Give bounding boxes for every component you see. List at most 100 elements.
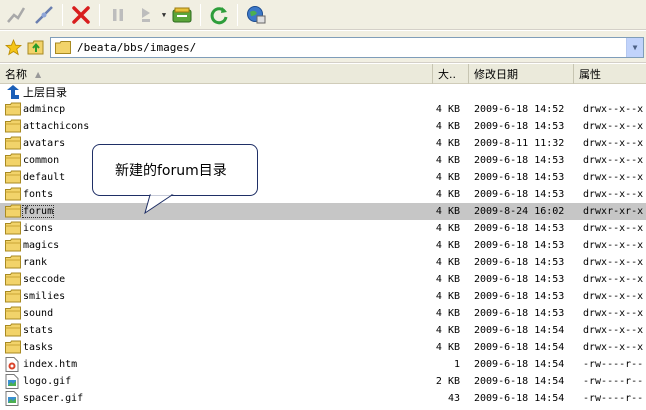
file-name: sound (23, 308, 54, 319)
chevron-down-icon[interactable]: ▼ (626, 38, 643, 57)
folder-icon (5, 136, 21, 151)
folder-row[interactable]: admincp 4 KB 2009-6-18 14:52 drwx--x--x (0, 101, 646, 118)
folder-icon (5, 119, 21, 134)
toolbar-separator (99, 3, 100, 26)
connect-icon[interactable] (30, 2, 58, 28)
disconnect-icon[interactable] (2, 2, 30, 28)
toolbar-separator (200, 3, 201, 26)
file-attributes: drwx--x--x (583, 155, 644, 166)
file-modified: 2009-6-18 14:53 (474, 274, 565, 285)
folder-icon (5, 306, 21, 321)
file-size: 4 KB (435, 121, 460, 132)
file-attributes: drwx--x--x (583, 138, 644, 149)
file-attributes: drwxr-xr-x (583, 206, 644, 217)
folder-icon (5, 340, 21, 355)
transfer-icon[interactable] (168, 2, 196, 28)
folder-icon (5, 238, 21, 253)
file-name: rank (23, 257, 48, 268)
file-name: magics (23, 240, 60, 251)
file-name: smilies (23, 291, 66, 302)
file-name: default (23, 172, 66, 183)
file-attributes: drwx--x--x (583, 189, 644, 200)
file-name: attachicons (23, 121, 90, 132)
file-size: 4 KB (435, 325, 460, 336)
file-attributes: drwx--x--x (583, 325, 644, 336)
folder-icon (55, 40, 73, 56)
chevron-down-icon[interactable]: ▼ (160, 2, 168, 28)
folder-icon (5, 102, 21, 117)
folder-icon (5, 204, 21, 219)
file-size: 4 KB (435, 172, 460, 183)
folder-icon (5, 272, 21, 287)
file-size: 4 KB (435, 155, 460, 166)
parent-dir-row[interactable]: 上层目录 (0, 84, 646, 101)
globe-icon[interactable] (242, 2, 270, 28)
file-attributes: drwx--x--x (583, 104, 644, 115)
file-modified: 2009-6-18 14:53 (474, 155, 565, 166)
folder-icon (5, 187, 21, 202)
file-modified: 2009-6-18 14:53 (474, 189, 565, 200)
folder-row[interactable]: forum 4 KB 2009-8-24 16:02 drwxr-xr-x (0, 203, 646, 220)
up-arrow-icon (5, 85, 21, 100)
file-row[interactable]: spacer.gif 43 2009-6-18 14:54 -rw----r-- (0, 390, 646, 407)
file-attributes: drwx--x--x (583, 172, 644, 183)
column-modified-label: 修改日期 (474, 68, 518, 81)
toolbar-separator (62, 3, 63, 26)
file-attributes: -rw----r-- (583, 393, 644, 404)
file-attributes: -rw----r-- (583, 376, 644, 387)
column-name-header[interactable]: 名称 ▲ (0, 64, 433, 84)
toolbar-separator (237, 3, 238, 26)
refresh-icon[interactable] (205, 2, 233, 28)
folder-row[interactable]: attachicons 4 KB 2009-6-18 14:53 drwx--x--x (0, 118, 646, 135)
folder-row[interactable]: seccode 4 KB 2009-6-18 14:53 drwx--x--x (0, 271, 646, 288)
file-attributes: drwx--x--x (583, 291, 644, 302)
folder-row[interactable]: stats 4 KB 2009-6-18 14:54 drwx--x--x (0, 322, 646, 339)
address-field[interactable]: /beata/bbs/images/ ▼ (50, 37, 644, 58)
file-attributes: drwx--x--x (583, 308, 644, 319)
pause-icon[interactable] (104, 2, 132, 28)
file-modified: 2009-6-18 14:53 (474, 257, 565, 268)
file-modified: 2009-6-18 14:53 (474, 291, 565, 302)
file-name: fonts (23, 189, 54, 200)
file-row[interactable]: logo.gif 2 KB 2009-6-18 14:54 -rw----r-- (0, 373, 646, 390)
file-attributes: drwx--x--x (583, 121, 644, 132)
folder-icon (5, 323, 21, 338)
folder-icon (5, 289, 21, 304)
file-size: 4 KB (435, 342, 460, 353)
file-modified: 2009-8-24 16:02 (474, 206, 565, 217)
file-modified: 2009-6-18 14:52 (474, 104, 565, 115)
file-attributes: drwx--x--x (583, 274, 644, 285)
star-icon[interactable] (4, 38, 22, 56)
file-size: 4 KB (435, 138, 460, 149)
play-icon[interactable] (132, 2, 160, 28)
file-size: 1 (453, 359, 460, 370)
folder-icon (5, 255, 21, 270)
column-size-header[interactable]: 大.. (433, 64, 469, 84)
up-folder-icon[interactable] (27, 38, 45, 56)
file-row[interactable]: index.htm 1 2009-6-18 14:54 -rw----r-- (0, 356, 646, 373)
column-name-label: 名称 (5, 68, 27, 81)
folder-row[interactable]: icons 4 KB 2009-6-18 14:53 drwx--x--x (0, 220, 646, 237)
file-attributes: -rw----r-- (583, 359, 644, 370)
file-size: 4 KB (435, 104, 460, 115)
file-name: seccode (23, 274, 66, 285)
file-name: common (23, 155, 60, 166)
toolbar: ▼ (0, 0, 646, 30)
callout-text: 新建的forum目录 (115, 163, 227, 179)
file-modified: 2009-6-18 14:53 (474, 308, 565, 319)
file-modified: 2009-6-18 14:53 (474, 240, 565, 251)
file-modified: 2009-6-18 14:54 (474, 342, 565, 353)
cancel-icon[interactable] (67, 2, 95, 28)
folder-row[interactable]: smilies 4 KB 2009-6-18 14:53 drwx--x--x (0, 288, 646, 305)
folder-row[interactable]: sound 4 KB 2009-6-18 14:53 drwx--x--x (0, 305, 646, 322)
annotation-callout: 新建的forum目录 (92, 144, 258, 196)
file-size: 4 KB (435, 206, 460, 217)
folder-row[interactable]: rank 4 KB 2009-6-18 14:53 drwx--x--x (0, 254, 646, 271)
file-size: 4 KB (435, 274, 460, 285)
folder-row[interactable]: tasks 4 KB 2009-6-18 14:54 drwx--x--x (0, 339, 646, 356)
folder-row[interactable]: magics 4 KB 2009-6-18 14:53 drwx--x--x (0, 237, 646, 254)
column-modified-header[interactable]: 修改日期 (469, 64, 574, 84)
folder-icon (5, 170, 21, 185)
file-name: stats (23, 325, 54, 336)
column-attr-header[interactable]: 属性 (574, 64, 646, 84)
